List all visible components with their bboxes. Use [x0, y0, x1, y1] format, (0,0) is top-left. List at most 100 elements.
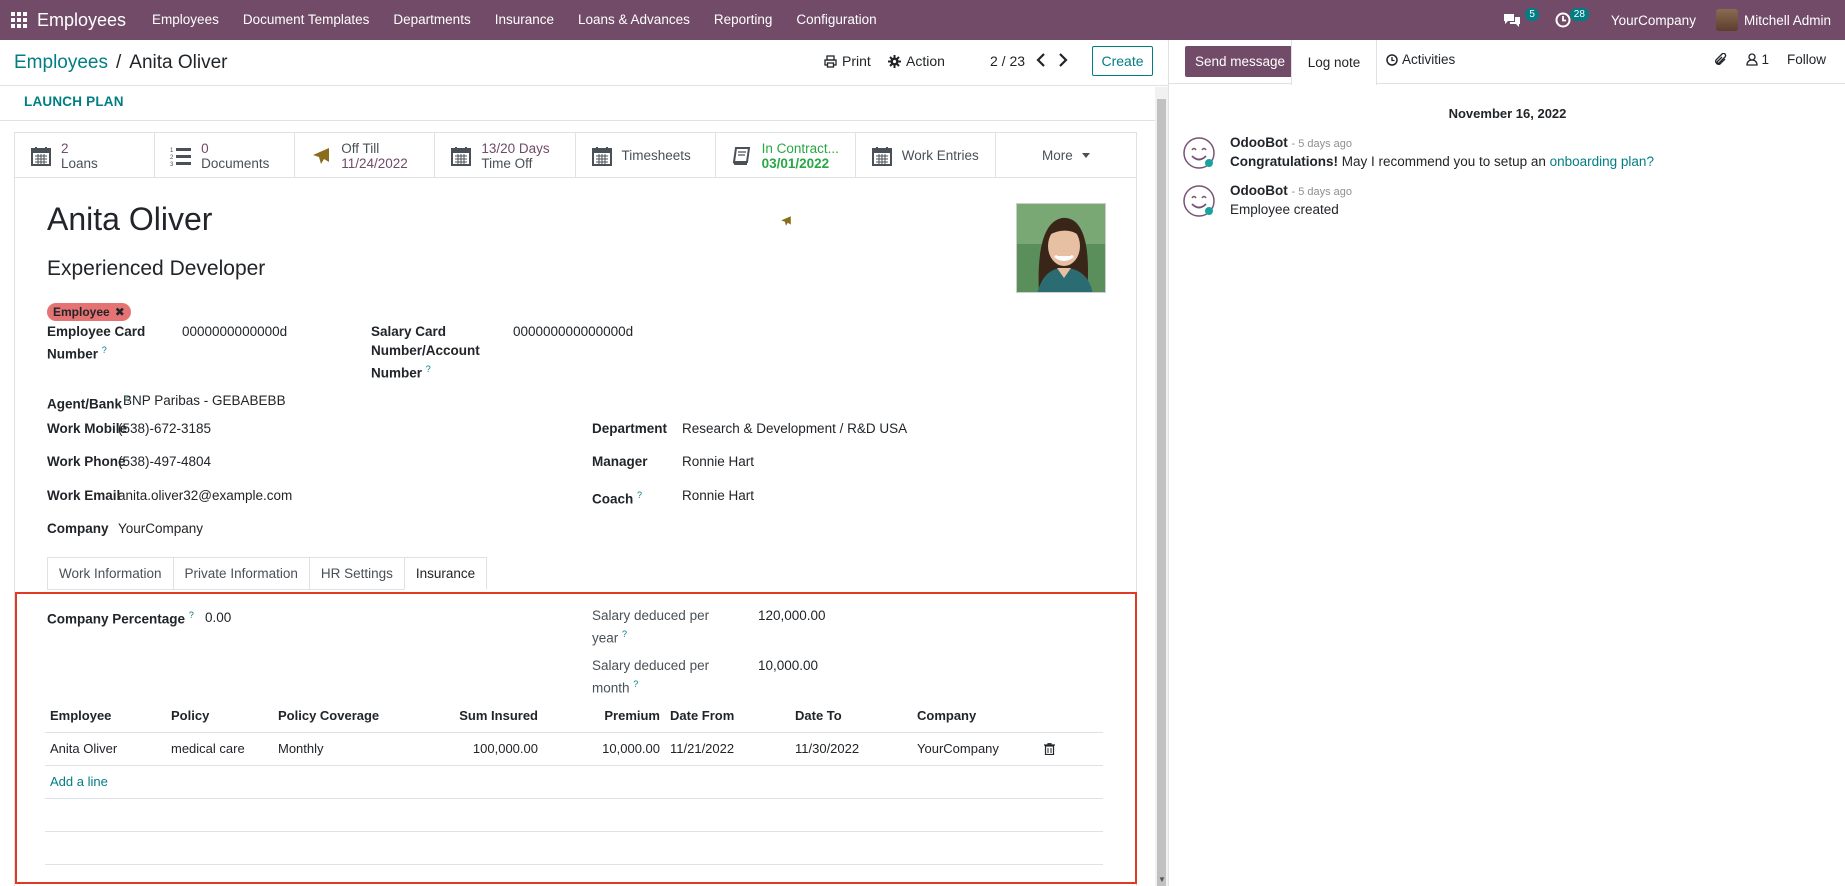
- manager-label: Manager: [592, 454, 648, 469]
- menu-document-templates[interactable]: Document Templates: [231, 0, 382, 40]
- svg-text:2: 2: [170, 155, 174, 161]
- paperclip-icon: [1715, 52, 1727, 65]
- create-button[interactable]: Create: [1092, 46, 1153, 76]
- menu-configuration[interactable]: Configuration: [784, 0, 888, 40]
- message-author[interactable]: OdooBot: [1230, 135, 1288, 150]
- follow-button[interactable]: Follow: [1787, 52, 1826, 67]
- scrollbar-thumb[interactable]: [1157, 99, 1166, 886]
- chatter-panel: Send message Log note Activities 1 Follo…: [1168, 40, 1845, 886]
- log-note-button[interactable]: Log note: [1291, 40, 1377, 85]
- calendar-icon: [30, 145, 52, 167]
- work-phone-value[interactable]: (538)-497-4804: [118, 452, 211, 471]
- time-off-label: Time Off: [481, 155, 533, 171]
- tab-hr-settings[interactable]: HR Settings: [308, 557, 404, 590]
- breadcrumb: Employees / Anita Oliver: [14, 52, 227, 74]
- company-value[interactable]: YourCompany: [118, 519, 203, 538]
- work-entries-smart-button[interactable]: Work Entries: [856, 133, 996, 178]
- menu-loans-advances[interactable]: Loans & Advances: [566, 0, 702, 40]
- print-button[interactable]: Print: [824, 53, 871, 69]
- manager-value[interactable]: Ronnie Hart: [682, 452, 754, 471]
- time-off-smart-button[interactable]: 13/20 Days Time Off: [435, 133, 576, 178]
- calendar-icon: [871, 145, 893, 167]
- menu-reporting[interactable]: Reporting: [702, 0, 785, 40]
- salary-card-label: Salary Card Number/Account Number ?: [371, 324, 480, 381]
- chatter-actions: 1 Follow: [1714, 52, 1826, 67]
- message-author[interactable]: OdooBot: [1230, 183, 1288, 198]
- activities-button[interactable]: 28: [1545, 8, 1589, 28]
- company-switcher[interactable]: YourCompany: [1611, 13, 1696, 28]
- action-button[interactable]: Action: [888, 53, 945, 69]
- loans-count: 2: [61, 140, 69, 156]
- off-till-smart-button[interactable]: Off Till 11/24/2022: [295, 133, 436, 178]
- chat-icon: [1503, 14, 1520, 27]
- caret-down-icon: [1081, 153, 1090, 158]
- launch-plan-button[interactable]: LAUNCH PLAN: [24, 94, 124, 109]
- attachment-button[interactable]: [1714, 52, 1728, 67]
- employee-card-label: Employee Card Number ?: [47, 324, 146, 362]
- tab-private-information[interactable]: Private Information: [172, 557, 309, 590]
- pager-value[interactable]: 2 / 23: [990, 53, 1025, 69]
- date-separator: November 16, 2022: [1448, 106, 1567, 121]
- app-title[interactable]: Employees: [37, 10, 126, 31]
- send-message-button[interactable]: Send message: [1185, 46, 1296, 77]
- breadcrumb-current: Anita Oliver: [129, 52, 228, 73]
- messaging-button[interactable]: 5: [1493, 8, 1539, 28]
- highlight-box: [15, 592, 1137, 884]
- timesheets-smart-button[interactable]: Timesheets: [576, 133, 716, 178]
- message-time: - 5 days ago: [1291, 186, 1353, 198]
- salary-card-number[interactable]: 000000000000000d: [513, 322, 633, 341]
- message-time: - 5 days ago: [1291, 138, 1353, 150]
- department-value[interactable]: Research & Development / R&D USA: [682, 419, 907, 438]
- work-entries-label: Work Entries: [901, 148, 979, 163]
- employee-card-number[interactable]: 0000000000000d: [182, 322, 287, 341]
- breadcrumb-employees[interactable]: Employees: [14, 52, 108, 74]
- scroll-down-arrow-icon[interactable]: ▼: [1158, 875, 1166, 884]
- clock-icon: [1386, 53, 1398, 66]
- chevron-left-icon: [1036, 53, 1045, 67]
- documents-smart-button[interactable]: 123 0 Documents: [155, 133, 296, 178]
- onboarding-plan-link[interactable]: onboarding plan?: [1550, 154, 1654, 169]
- menu-employees[interactable]: Employees: [140, 0, 231, 40]
- print-icon: [824, 54, 837, 68]
- work-mobile-value[interactable]: (538)-672-3185: [118, 419, 211, 438]
- svg-text:3: 3: [170, 162, 174, 166]
- loans-smart-button[interactable]: 2 Loans: [15, 133, 156, 178]
- form-scrollbar[interactable]: ▼: [1155, 87, 1168, 886]
- employee-photo[interactable]: [1016, 203, 1106, 293]
- user-menu[interactable]: Mitchell Admin: [1715, 9, 1831, 31]
- more-label: More: [1042, 148, 1073, 163]
- work-email-value[interactable]: anita.oliver32@example.com: [118, 486, 292, 505]
- activities-button[interactable]: Activities: [1386, 52, 1455, 67]
- calendar-icon: [450, 145, 472, 167]
- pager-previous-button[interactable]: [1036, 53, 1046, 67]
- coach-value[interactable]: Ronnie Hart: [682, 486, 754, 505]
- control-panel: Employees / Anita Oliver Print Action 2 …: [0, 40, 1168, 86]
- work-phone-label: Work Phone: [47, 454, 126, 469]
- tab-work-information[interactable]: Work Information: [47, 557, 173, 590]
- more-smart-button[interactable]: More: [996, 133, 1136, 178]
- pager-next-button[interactable]: [1058, 53, 1068, 67]
- contract-smart-button[interactable]: In Contract... 03/01/2022: [716, 133, 856, 178]
- time-off-days: 13/20 Days: [481, 140, 550, 156]
- apps-menu-icon[interactable]: [11, 12, 27, 28]
- off-till-label: Off Till: [341, 140, 380, 156]
- followers-button[interactable]: 1: [1746, 52, 1769, 67]
- clock-icon: [1555, 12, 1571, 28]
- message-body: Congratulations! May I recommend you to …: [1230, 154, 1654, 169]
- menu-departments[interactable]: Departments: [381, 0, 482, 40]
- top-navbar: Employees Employees Document Templates D…: [0, 0, 1845, 40]
- employee-category-tag[interactable]: Employee ✖: [47, 303, 131, 321]
- menu-insurance[interactable]: Insurance: [483, 0, 566, 40]
- job-title[interactable]: Experienced Developer: [47, 257, 265, 281]
- tag-remove-icon[interactable]: ✖: [115, 305, 125, 319]
- employee-name[interactable]: Anita Oliver: [47, 201, 212, 238]
- book-icon: [731, 145, 753, 167]
- documents-count: 0: [201, 140, 209, 156]
- agent-bank-value[interactable]: BNP Paribas - GEBABEBB: [123, 391, 286, 410]
- smart-buttons: 2 Loans 123 0 Documents Off Till 11/24/2022…: [15, 133, 1136, 178]
- form-tabs: Work Information Private Information HR …: [47, 557, 488, 590]
- main-menu: Employees Document Templates Departments…: [140, 0, 889, 40]
- messages-count-badge: 5: [1525, 8, 1539, 21]
- agent-bank-label: Agent/Bank ?: [47, 395, 131, 412]
- tab-insurance[interactable]: Insurance: [403, 557, 488, 590]
